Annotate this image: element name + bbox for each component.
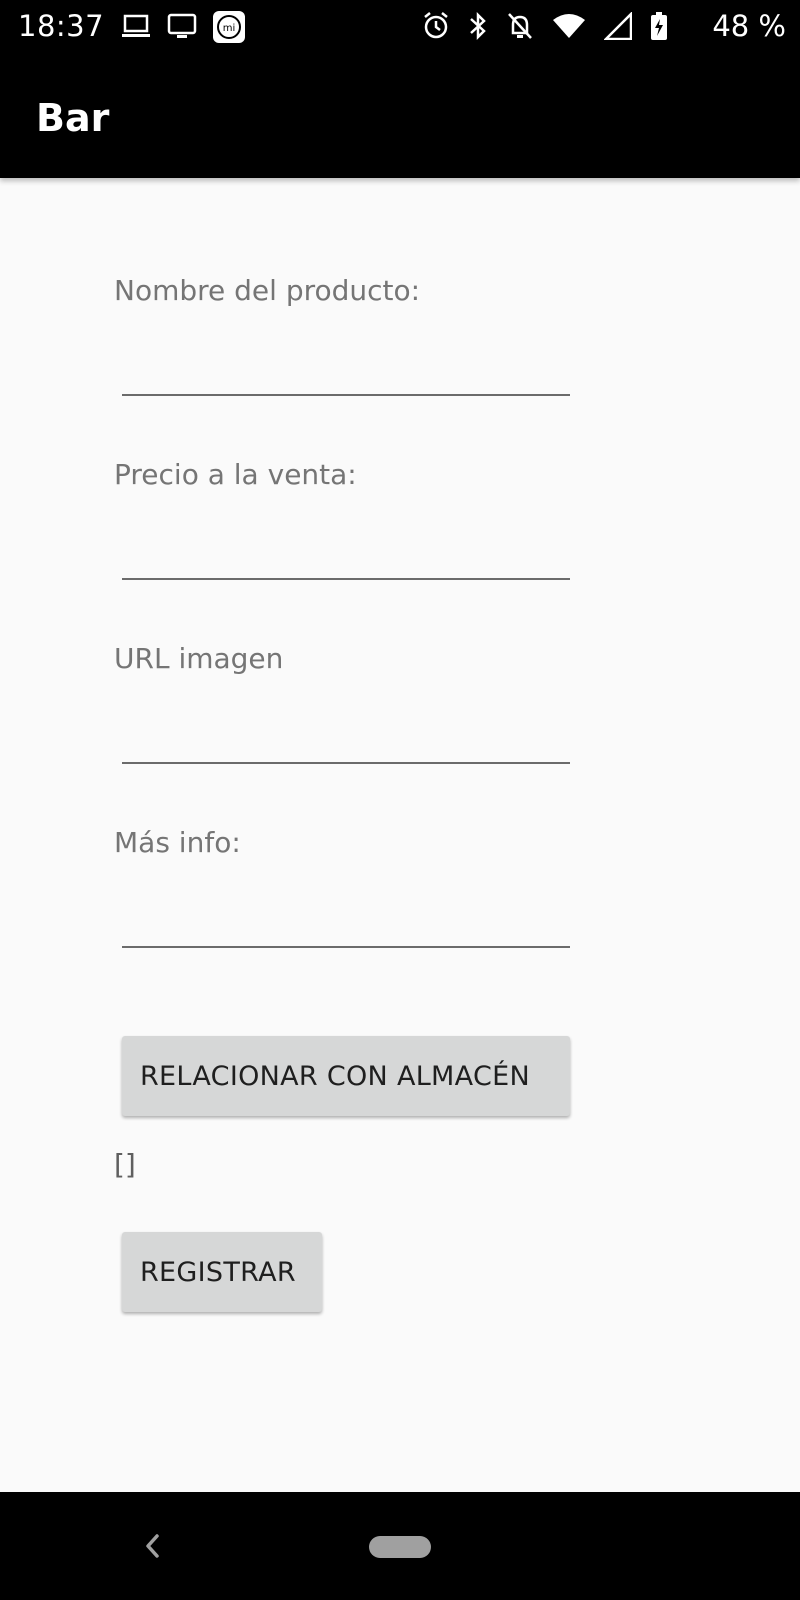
more-info-label: Más info: xyxy=(114,826,241,859)
bluetooth-icon xyxy=(468,11,488,45)
wifi-icon xyxy=(552,12,586,44)
svg-text:mi: mi xyxy=(223,23,236,34)
mi-app-icon: mi xyxy=(212,10,246,48)
register-button[interactable]: REGISTRAR xyxy=(122,1232,322,1312)
alarm-icon xyxy=(422,11,450,45)
status-bar: 18:37 mi 48 % xyxy=(0,0,800,56)
navigation-bar xyxy=(0,1492,800,1600)
status-time: 18:37 xyxy=(18,9,105,43)
sale-price-label: Precio a la venta: xyxy=(114,458,357,491)
battery-percentage: 48 % xyxy=(712,9,786,43)
app-title: Bar xyxy=(36,96,110,140)
notifications-off-icon xyxy=(506,11,534,45)
product-name-input[interactable] xyxy=(122,342,570,396)
more-info-input[interactable] xyxy=(122,894,570,948)
image-url-input[interactable] xyxy=(122,710,570,764)
monitor-icon xyxy=(166,10,198,48)
battery-icon xyxy=(650,11,668,45)
warehouse-list-text: [] xyxy=(114,1148,136,1181)
laptop-icon xyxy=(120,10,152,48)
image-url-label: URL imagen xyxy=(114,642,284,675)
relate-warehouse-button[interactable]: RELACIONAR CON ALMACÉN xyxy=(122,1036,570,1116)
back-icon[interactable] xyxy=(140,1528,164,1568)
product-name-label: Nombre del producto: xyxy=(114,274,421,307)
sale-price-input[interactable] xyxy=(122,526,570,580)
home-pill-icon[interactable] xyxy=(369,1536,431,1558)
app-bar: Bar xyxy=(0,56,800,178)
signal-icon xyxy=(602,10,633,44)
